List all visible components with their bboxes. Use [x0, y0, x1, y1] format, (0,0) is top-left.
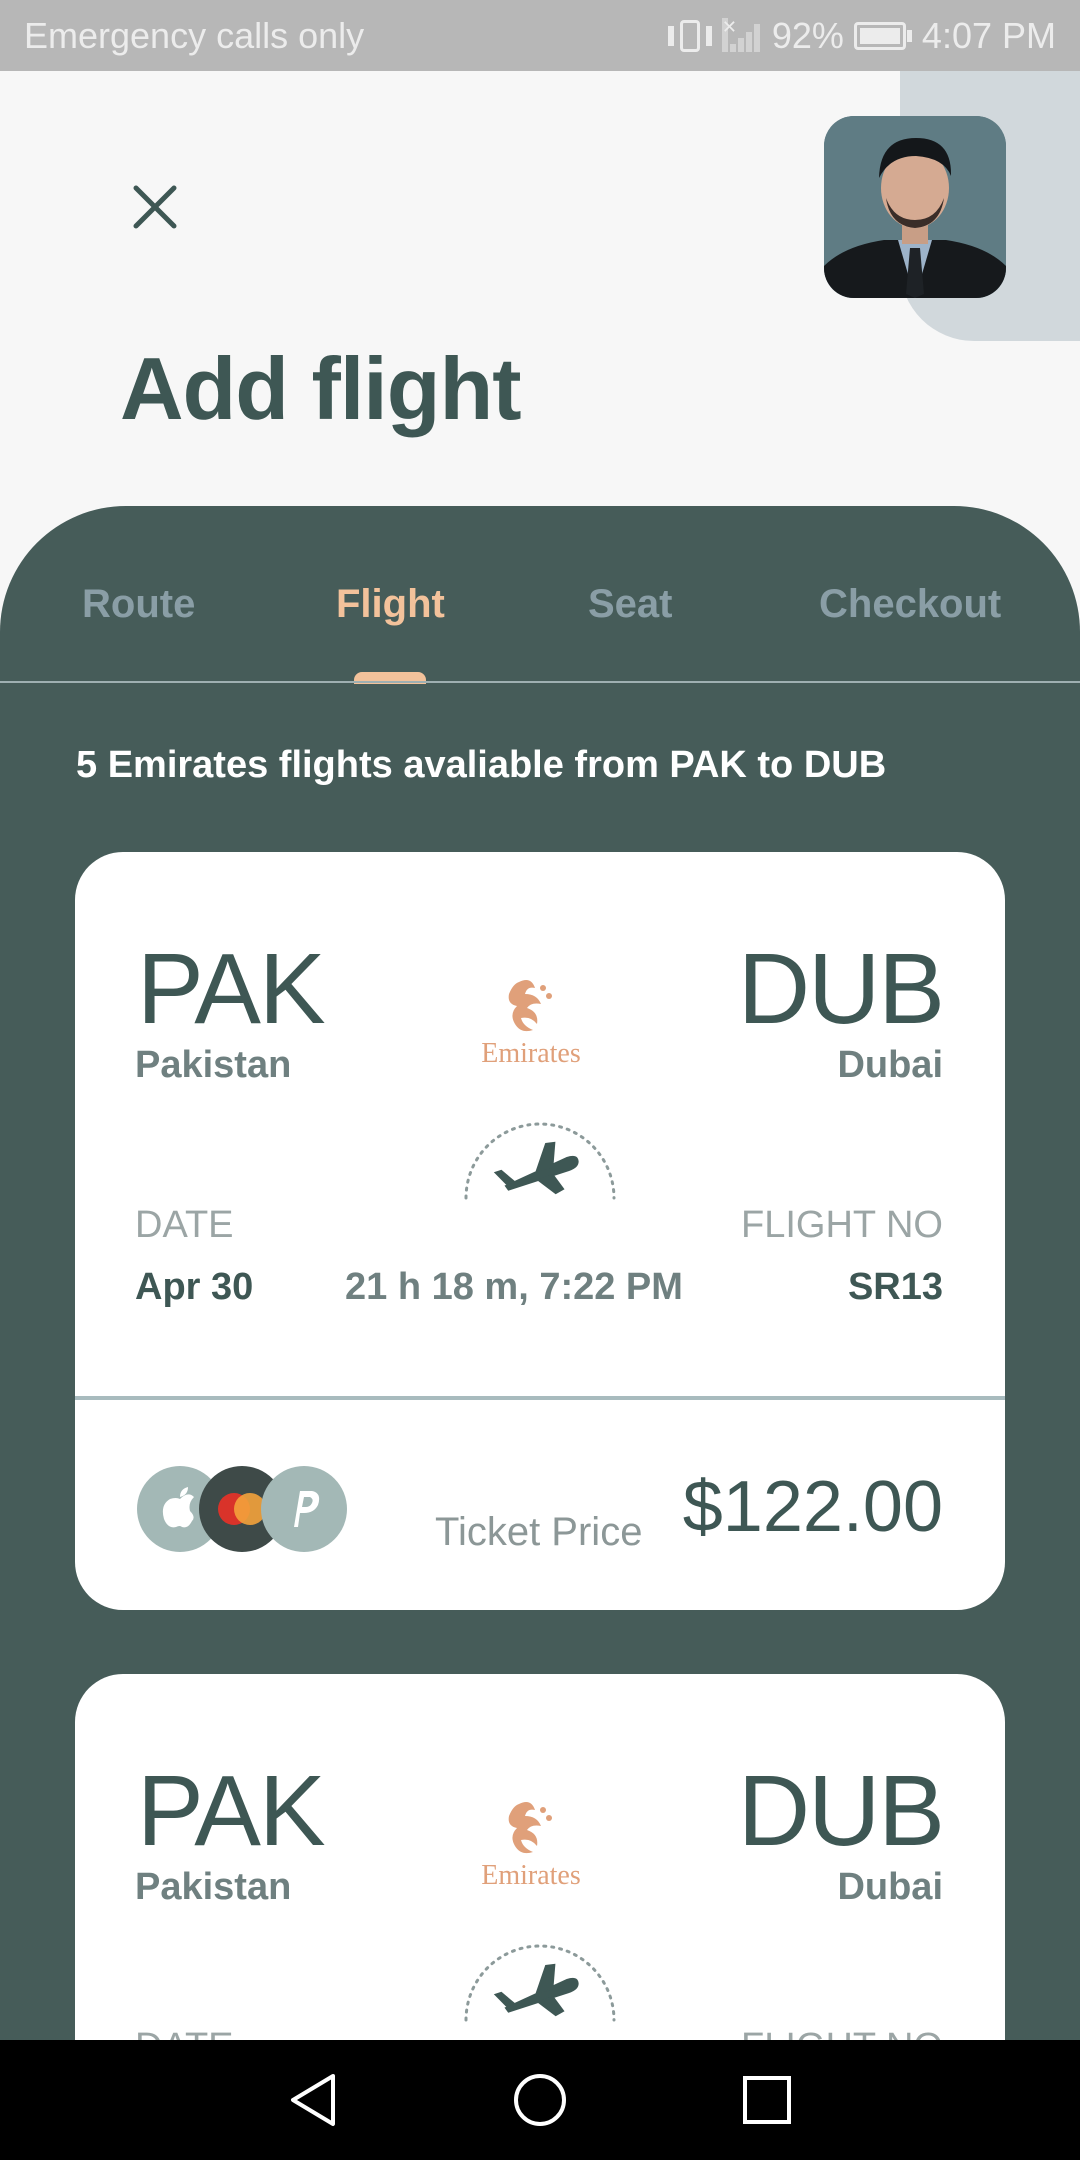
- flight-panel: Route Flight Seat Checkout 5 Emirates fl…: [0, 506, 1080, 2160]
- tab-divider: [0, 681, 1080, 683]
- avatar[interactable]: [824, 116, 1006, 298]
- battery-percent: 92%: [771, 14, 844, 56]
- vibrate-icon: [667, 18, 712, 54]
- destination-city: Dubai: [837, 1044, 943, 1086]
- flight-duration: 21 h 18 m, 7:22 PM: [345, 1266, 683, 1308]
- flight-path-arc: [464, 1944, 616, 2022]
- ticket-price: $122.00: [682, 1467, 943, 1547]
- origin-city: Pakistan: [135, 1044, 292, 1086]
- date-label: DATE: [135, 1204, 234, 1246]
- emirates-logo-text: Emirates: [481, 1038, 581, 1069]
- close-button[interactable]: [118, 170, 192, 244]
- close-icon: [133, 185, 177, 229]
- destination-code: DUB: [737, 933, 945, 1045]
- tab-checkout[interactable]: Checkout: [819, 582, 1001, 627]
- departure-date: Apr 30: [135, 1266, 254, 1308]
- battery-icon: [853, 21, 912, 50]
- flight-number: SR13: [847, 1266, 943, 1308]
- back-button[interactable]: [273, 2060, 353, 2140]
- card-divider: [75, 1396, 1005, 1400]
- page-title: Add flight: [120, 339, 522, 438]
- tab-flight[interactable]: Flight: [336, 582, 445, 627]
- origin-city: Pakistan: [135, 1866, 292, 1908]
- origin-code: PAK: [137, 933, 326, 1045]
- tab-seat[interactable]: Seat: [588, 582, 673, 627]
- results-summary: 5 Emirates flights avaliable from PAK to…: [76, 744, 887, 786]
- origin-code: PAK: [137, 1755, 326, 1867]
- clock: 4:07 PM: [921, 14, 1056, 56]
- carrier-text: Emergency calls only: [24, 14, 365, 56]
- system-nav-bar: [0, 2040, 1080, 2160]
- home-icon: [513, 2074, 566, 2126]
- flight-no-label: FLIGHT NO: [741, 1204, 943, 1246]
- tab-route[interactable]: Route: [82, 582, 195, 627]
- home-button[interactable]: [500, 2060, 580, 2140]
- recents-button[interactable]: [727, 2060, 807, 2140]
- flight-path-arc: [464, 1122, 616, 1200]
- emirates-logo: Emirates: [481, 1802, 581, 1891]
- no-signal-icon: ✕: [721, 17, 762, 54]
- destination-code: DUB: [737, 1755, 945, 1867]
- paypal-icon: [261, 1466, 347, 1552]
- flight-card[interactable]: PAK DUB Pakistan Dubai Emirates DATE: [75, 852, 1005, 1610]
- status-icons: ✕ 92% 4:07 PM: [667, 14, 1056, 57]
- destination-city: Dubai: [837, 1866, 943, 1908]
- ticket-price-label: Ticket Price: [435, 1510, 643, 1554]
- screen: Emergency calls only ✕ 92% 4:07 PM Add f…: [0, 0, 1080, 2160]
- emirates-logo: Emirates: [481, 980, 581, 1069]
- user-photo: [824, 116, 1006, 298]
- airplane-icon: [493, 1963, 579, 2017]
- status-bar: Emergency calls only ✕ 92% 4:07 PM: [0, 0, 1080, 71]
- airplane-icon: [493, 1141, 579, 1195]
- back-icon: [291, 2074, 336, 2126]
- emirates-logo-text: Emirates: [481, 1860, 581, 1891]
- recents-icon: [742, 2076, 791, 2124]
- step-tabs: Route Flight Seat Checkout: [0, 506, 1080, 684]
